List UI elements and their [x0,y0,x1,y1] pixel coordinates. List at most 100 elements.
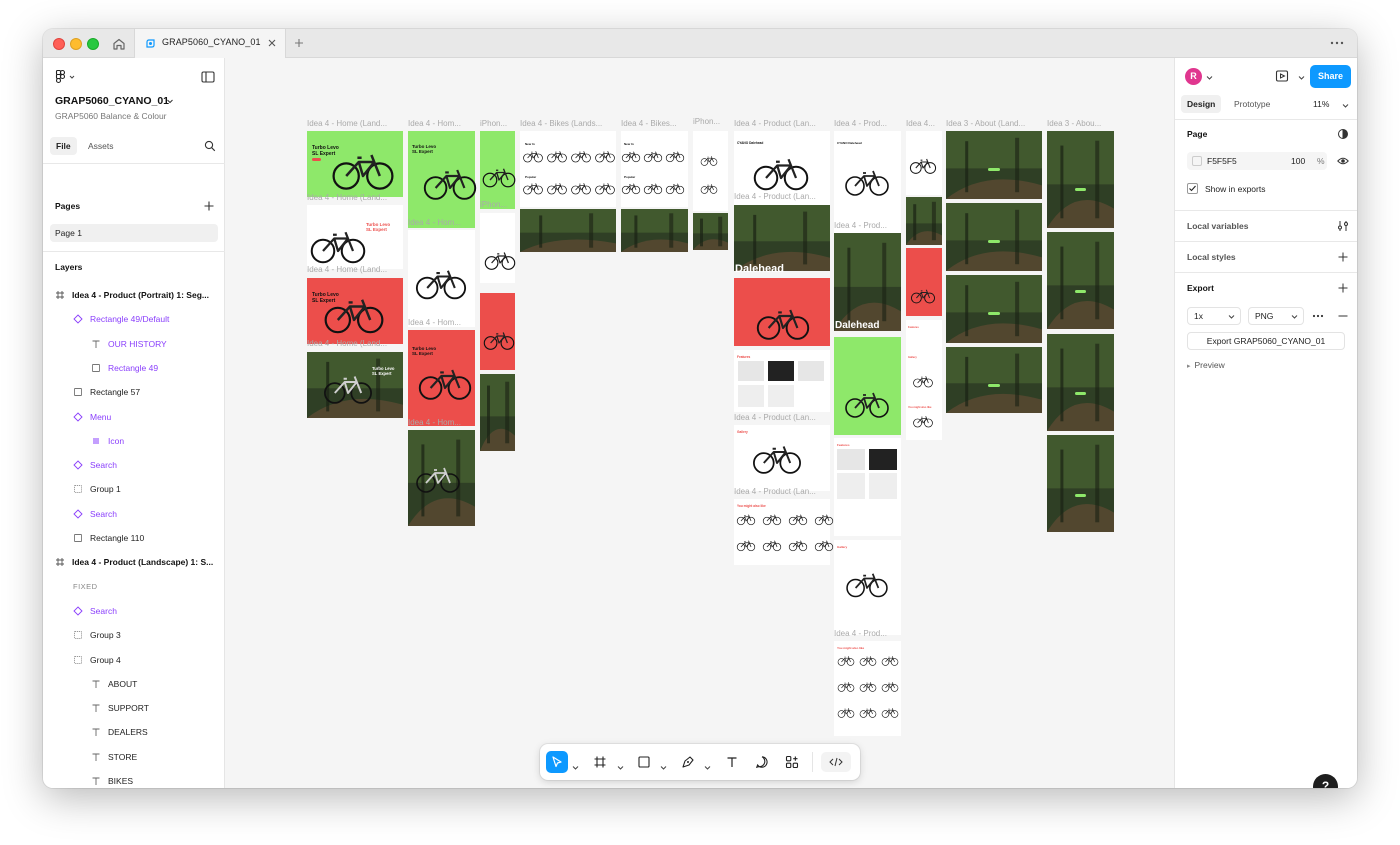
move-tool-button[interactable] [546,751,568,773]
photo-highlight [906,197,942,224]
chevron-down-icon[interactable] [704,758,711,770]
close-window-button[interactable] [53,38,65,50]
home-icon[interactable] [109,34,129,54]
chevron-down-icon[interactable] [1206,73,1213,80]
file-subtitle[interactable]: GRAP5060 Balance & Colour [55,111,167,121]
more-options-icon[interactable] [1329,36,1345,50]
add-page-plus-icon[interactable] [203,200,215,212]
layer-row[interactable]: Rectangle 49/Default [43,307,225,331]
export-settings-more-icon[interactable] [1312,310,1324,322]
rectangle-icon [92,363,100,372]
close-icon[interactable] [265,36,279,50]
tab-file[interactable]: File [50,137,77,155]
layer-row[interactable]: ABOUT [43,672,225,696]
local-styles-title[interactable]: Local styles [1187,252,1236,262]
design-canvas[interactable]: Idea 4 - Home (Land... Turbo Levo SL Exper… [226,58,1173,788]
photo-tree [700,218,703,247]
show-in-exports-checkbox[interactable] [1187,183,1198,194]
search-icon[interactable] [204,140,216,152]
frame-icon [56,291,64,299]
layer-row[interactable]: Group 4 [43,648,225,672]
layer-row[interactable]: Group 3 [43,623,225,647]
export-format-select[interactable]: PNG [1248,307,1304,325]
mock-text: CYANO Dalehead [737,141,763,145]
properties-panel: R Share Design Prototype 11% Page F5F5F5… [1174,58,1357,788]
share-button[interactable]: Share [1310,65,1351,88]
color-swatch[interactable] [1192,156,1202,166]
tab-prototype[interactable]: Prototype [1234,95,1270,113]
comment-tool-button[interactable] [751,751,773,773]
tab-assets[interactable]: Assets [88,137,114,155]
shape-tool-button[interactable] [633,751,655,773]
chevron-down-icon[interactable] [1342,101,1349,108]
group-icon [74,655,82,664]
new-tab-plus-icon[interactable] [292,36,306,50]
pen-tool-button[interactable] [677,751,699,773]
layer-row[interactable]: Idea 4 - Product (Landscape) 1: S... [43,550,225,574]
remove-export-minus-icon[interactable] [1337,310,1349,322]
text-tool-button[interactable] [721,751,743,773]
eye-icon[interactable] [1337,155,1349,167]
layer-row[interactable]: DEALERS [43,720,225,744]
variables-icon[interactable] [1337,220,1349,232]
chevron-down-icon[interactable] [617,758,624,770]
styles-icon[interactable] [1337,128,1349,140]
layer-row[interactable]: Group 1 [43,477,225,501]
add-style-plus-icon[interactable] [1337,251,1349,263]
layer-row[interactable]: Rectangle 49 [43,356,225,380]
layer-row[interactable]: Idea 4 - Product (Portrait) 1: Seg... [43,283,225,307]
layer-row[interactable]: Menu [43,405,225,429]
layer-row[interactable]: Search [43,599,225,623]
layer-row[interactable]: SUPPORT [43,696,225,720]
main-menu-button[interactable] [55,69,79,85]
local-variables-title[interactable]: Local variables [1187,221,1248,231]
chevron-down-icon[interactable] [572,758,579,770]
text-icon [727,757,737,767]
page-color-field[interactable]: F5F5F5 100 % [1187,152,1327,170]
layer-row[interactable]: Search [43,453,225,477]
add-export-plus-icon[interactable] [1337,282,1349,294]
text-icon [92,777,100,785]
left-panel-header [55,69,215,85]
layer-row[interactable]: Icon [43,429,225,453]
file-tab[interactable]: GRAP5060_CYANO_01 [134,29,286,58]
divider [1175,119,1357,120]
frame-tool-button[interactable] [589,751,611,773]
minimize-window-button[interactable] [70,38,82,50]
toggle-sidebar-icon[interactable] [201,71,215,83]
photo-tree [965,356,969,407]
layer-label: Search [90,460,117,471]
mock-text: SL Expert [372,371,392,376]
layer-row[interactable]: BIKES [43,769,225,788]
avatar[interactable]: R [1185,68,1202,85]
frame-label: Idea 4 - Home (Land... [307,193,387,202]
zoom-level[interactable]: 11% [1313,95,1329,113]
layer-row[interactable]: Rectangle 57 [43,380,225,404]
export-scale-select[interactable]: 1x [1187,307,1241,325]
chevron-down-icon[interactable] [166,97,174,105]
chevron-down-icon[interactable] [660,758,667,770]
page-item[interactable]: Page 1 [50,224,218,242]
frame-label: Idea 4 - Hom... [408,119,461,128]
export-button[interactable]: Export GRAP5060_CYANO_01 [1187,332,1345,350]
file-name[interactable]: GRAP5060_CYANO_01 [55,95,169,107]
chevron-down-icon[interactable] [1298,73,1305,80]
layer-row[interactable]: OUR HISTORY [43,332,225,356]
mock-cta [1075,188,1086,191]
page-color-hex[interactable]: F5F5F5 [1207,152,1237,170]
zoom-window-button[interactable] [87,38,99,50]
menu-icon [93,438,99,444]
present-icon[interactable] [1275,69,1289,83]
export-preview-toggle[interactable]: ▸ Preview [1187,360,1225,370]
tab-design[interactable]: Design [1181,95,1222,113]
artboard-frame [307,205,403,269]
actions-tool-button[interactable] [781,751,803,773]
layer-row[interactable]: Rectangle 110 [43,526,225,550]
layer-row[interactable]: STORE [43,745,225,769]
mock-text: Popular [624,175,636,179]
layer-label: Group 4 [90,654,121,665]
page-opacity[interactable]: 100 [1291,152,1305,170]
layer-row[interactable]: Search [43,502,225,526]
dev-mode-toggle[interactable] [821,752,851,772]
photo-highlight [734,205,830,242]
